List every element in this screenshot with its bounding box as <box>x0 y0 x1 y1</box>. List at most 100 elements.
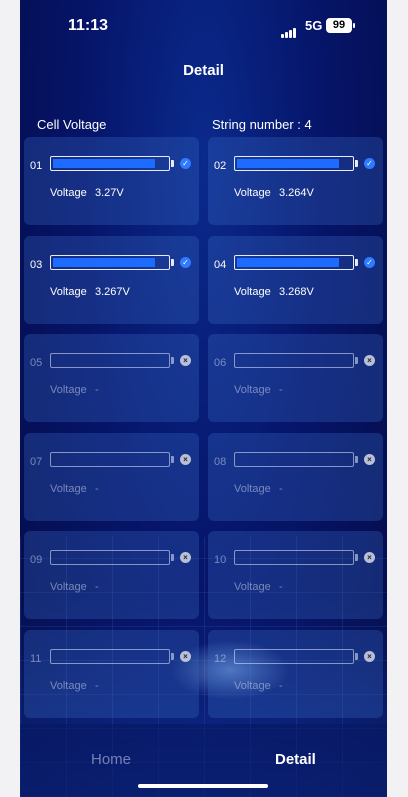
close-icon: × <box>364 355 375 367</box>
check-icon: ✓ <box>364 256 375 268</box>
voltage-value: - <box>279 680 283 692</box>
status-time: 11:13 <box>68 17 109 34</box>
cell-number: 08 <box>214 455 227 468</box>
cell-number: 12 <box>214 653 227 665</box>
cell-card: 08 × Voltage - <box>208 432 383 521</box>
voltage-label: Voltage <box>50 581 87 594</box>
cell-card: 06 × Voltage - <box>208 334 383 423</box>
voltage-value: - <box>95 384 99 397</box>
voltage-value: 3.268V <box>279 285 314 298</box>
voltage-value: 3.27V <box>95 187 124 199</box>
cell-number: 04 <box>214 258 227 271</box>
voltage-label: Voltage <box>234 482 271 495</box>
cell-battery-bar <box>234 451 354 467</box>
close-icon: × <box>364 453 375 465</box>
cell-battery-tip <box>355 258 358 266</box>
voltage-value: 3.267V <box>95 285 130 298</box>
page-title: Detail <box>183 62 224 79</box>
cell-battery-tip <box>171 455 174 463</box>
home-indicator <box>138 784 268 788</box>
cell-battery-tip <box>171 357 174 365</box>
close-icon: × <box>180 453 191 465</box>
voltage-value: - <box>279 482 283 495</box>
cell-battery-bar <box>234 649 354 664</box>
cell-card: 11 × Voltage - <box>24 630 199 718</box>
cell-number: 11 <box>30 653 42 665</box>
voltage-label: Voltage <box>50 285 87 298</box>
cell-voltage-heading: Cell Voltage <box>37 117 107 132</box>
battery-tip <box>353 23 355 28</box>
cell-battery-bar <box>50 353 170 369</box>
cell-battery-tip <box>171 554 174 562</box>
cell-battery-tip <box>355 455 358 463</box>
close-icon: × <box>180 651 191 662</box>
cell-number: 03 <box>30 258 43 271</box>
cell-number: 07 <box>30 455 43 468</box>
cell-battery-fill <box>53 257 155 267</box>
voltage-label: Voltage <box>50 680 87 692</box>
cell-card: 12 × Voltage - <box>208 630 383 718</box>
close-icon: × <box>180 355 191 367</box>
cell-battery-tip <box>171 258 174 266</box>
app-screen: 11:13 5G 99 Detail Cell Voltage String n… <box>20 0 387 797</box>
cell-battery-tip <box>355 653 358 660</box>
cell-card: 07 × Voltage - <box>24 432 199 521</box>
voltage-label: Voltage <box>50 384 87 397</box>
voltage-value: - <box>95 482 99 495</box>
tab-home[interactable]: Home <box>91 751 131 768</box>
tab-detail[interactable]: Detail <box>275 751 316 768</box>
cell-battery-tip <box>171 653 174 660</box>
cell-card: 09 × Voltage - <box>24 531 199 620</box>
voltage-label: Voltage <box>234 285 271 298</box>
cell-number: 06 <box>214 357 227 370</box>
cell-battery-bar <box>50 451 170 467</box>
cell-card: 04 ✓ Voltage 3.268V <box>208 235 383 324</box>
cell-battery-tip <box>171 160 174 167</box>
cell-battery-fill <box>53 159 155 168</box>
cell-battery-fill <box>237 257 339 267</box>
voltage-value: - <box>279 581 283 594</box>
cell-battery-tip <box>355 554 358 562</box>
check-icon: ✓ <box>364 158 375 169</box>
cell-battery-tip <box>355 357 358 365</box>
cell-battery-bar <box>234 156 354 171</box>
voltage-value: - <box>279 384 283 397</box>
cell-card: 10 × Voltage - <box>208 531 383 620</box>
close-icon: × <box>180 552 191 564</box>
cell-battery-bar <box>234 550 354 566</box>
voltage-label: Voltage <box>234 581 271 594</box>
cell-battery-bar <box>50 550 170 566</box>
cell-battery-bar <box>50 156 170 171</box>
cell-battery-bar <box>234 254 354 270</box>
network-type: 5G <box>305 18 323 33</box>
check-icon: ✓ <box>180 158 191 169</box>
cell-number: 10 <box>214 554 227 567</box>
voltage-value: 3.264V <box>279 187 314 199</box>
voltage-label: Voltage <box>50 482 87 495</box>
battery-icon: 99 <box>326 18 352 33</box>
voltage-value: - <box>95 581 99 594</box>
string-number-label: String number : 4 <box>212 117 312 132</box>
cell-card: 03 ✓ Voltage 3.267V <box>24 235 199 324</box>
cell-number: 01 <box>30 160 43 172</box>
voltage-label: Voltage <box>234 384 271 397</box>
cell-number: 09 <box>30 554 43 567</box>
signal-icon <box>281 20 297 38</box>
close-icon: × <box>364 552 375 564</box>
voltage-value: - <box>95 680 99 692</box>
cell-card: 05 × Voltage - <box>24 334 199 423</box>
status-bar: 11:13 5G 99 <box>20 0 387 50</box>
check-icon: ✓ <box>180 256 191 268</box>
cell-card: 01 ✓ Voltage 3.27V <box>24 137 199 225</box>
cell-battery-fill <box>237 159 339 168</box>
cell-number: 02 <box>214 160 227 172</box>
cell-battery-bar <box>50 649 170 664</box>
cell-card: 02 ✓ Voltage 3.264V <box>208 137 383 225</box>
cell-battery-bar <box>50 254 170 270</box>
cell-battery-bar <box>234 353 354 369</box>
close-icon: × <box>364 651 375 662</box>
cell-number: 05 <box>30 357 43 370</box>
cell-battery-tip <box>355 160 358 167</box>
voltage-label: Voltage <box>234 680 271 692</box>
voltage-label: Voltage <box>50 187 87 199</box>
